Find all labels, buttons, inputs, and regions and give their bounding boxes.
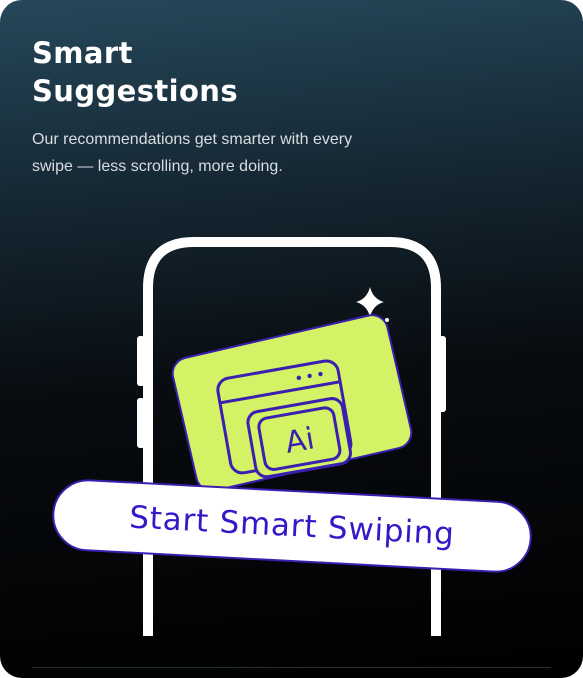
phone-illustration: Ai bbox=[137, 237, 446, 636]
bottom-divider bbox=[32, 667, 551, 668]
smart-suggestions-card: Smart Suggestions Our recommendations ge… bbox=[0, 0, 583, 678]
sparkle-icon bbox=[356, 287, 384, 317]
ai-badge-text: Ai bbox=[283, 421, 317, 460]
